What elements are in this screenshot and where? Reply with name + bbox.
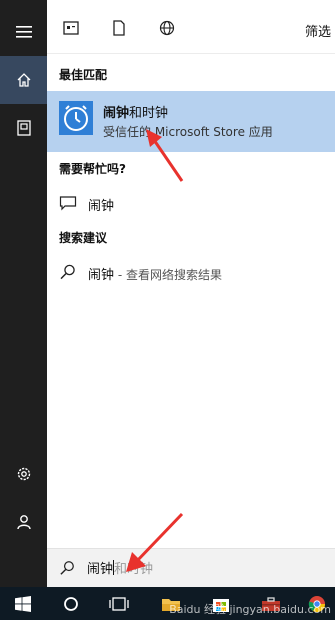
search-icon — [60, 264, 75, 280]
suggestion-item-label: 闹钟 - 查看网络搜索结果 — [88, 264, 222, 283]
hamburger-menu-icon — [15, 26, 32, 38]
best-match-title-rest: 和时钟 — [129, 106, 169, 121]
best-match-title: 闹钟和时钟 — [103, 102, 168, 121]
apps-filter-button[interactable] — [62, 19, 80, 37]
filter-toolbar: 筛选 — [47, 0, 335, 54]
notebook-icon — [16, 120, 31, 136]
task-view-button[interactable] — [101, 587, 137, 620]
search-typed-text: 闹钟 — [87, 562, 114, 577]
apps-filter-icon — [63, 21, 79, 35]
best-match-subtitle: 受信任的 Microsoft Store 应用 — [103, 125, 273, 139]
home-button[interactable] — [0, 56, 47, 104]
best-match-heading: 最佳匹配 — [59, 68, 108, 82]
menu-button[interactable] — [0, 8, 47, 56]
help-chat-icon — [59, 196, 77, 211]
feedback-user-icon — [16, 515, 31, 530]
suggestion-suffix: - 查看网络搜索结果 — [114, 268, 222, 282]
taskbar: Baidu 经验 jingyan.baidu.com — [0, 587, 335, 620]
help-item[interactable]: 闹钟 — [47, 188, 335, 218]
web-filter-button[interactable] — [158, 19, 176, 37]
documents-filter-button[interactable] — [110, 19, 128, 37]
start-left-rail — [0, 0, 47, 587]
help-heading: 需要帮忙吗? — [59, 162, 126, 176]
search-autocomplete-text: 和时钟 — [114, 562, 154, 577]
search-box-icon — [60, 561, 74, 575]
best-match-result[interactable]: 闹钟和时钟 受信任的 Microsoft Store 应用 — [47, 91, 335, 152]
search-results-panel: 筛选 最佳匹配 闹钟和时钟 受信任的 Microsoft Store 应用 需要… — [47, 0, 335, 587]
notebook-button[interactable] — [0, 104, 47, 152]
settings-gear-icon — [17, 467, 30, 481]
suggestion-query: 闹钟 — [88, 268, 115, 283]
alarm-clock-app-icon — [59, 101, 93, 135]
cortana-button[interactable] — [53, 587, 89, 620]
suggestions-heading: 搜索建议 — [59, 231, 108, 245]
documents-filter-icon — [113, 20, 125, 36]
start-button[interactable] — [5, 587, 41, 620]
watermark-text: Baidu 经验 jingyan.baidu.com — [169, 603, 331, 616]
best-match-title-bold: 闹钟 — [103, 106, 130, 121]
settings-button[interactable] — [0, 452, 47, 496]
windows-start-icon — [15, 595, 31, 612]
search-input[interactable]: 闹钟和时钟 — [87, 558, 327, 578]
home-icon — [17, 73, 30, 87]
help-item-label: 闹钟 — [88, 199, 115, 214]
feedback-button[interactable] — [0, 500, 47, 544]
web-filter-icon — [159, 20, 175, 36]
suggestion-item[interactable]: 闹钟 - 查看网络搜索结果 — [47, 257, 335, 287]
task-view-icon — [109, 596, 129, 611]
cortana-circle-icon — [64, 596, 78, 611]
filter-dropdown[interactable]: 筛选 — [305, 21, 335, 40]
search-box[interactable]: 闹钟和时钟 — [47, 548, 335, 587]
